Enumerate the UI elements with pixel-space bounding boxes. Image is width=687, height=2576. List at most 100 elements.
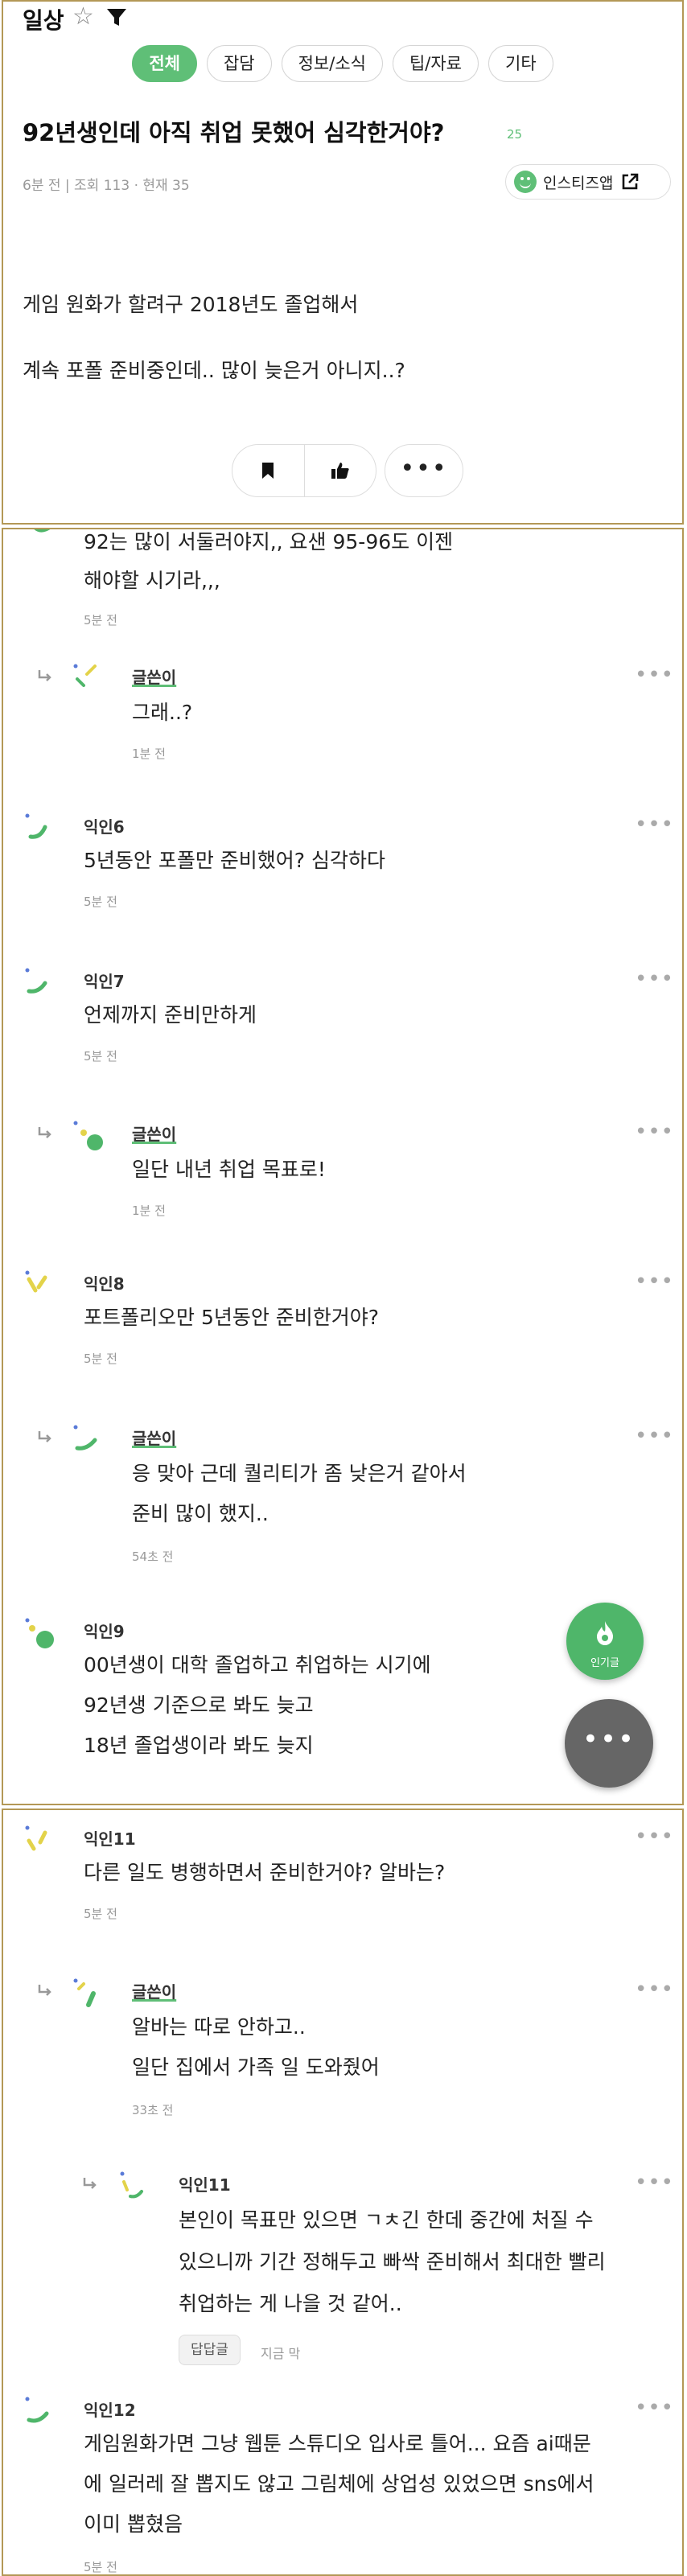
comment-reply: 글쓴이 ••• 그래..? 1분 전: [3, 661, 682, 766]
app-link-label: 인스티즈앱: [543, 174, 614, 192]
comment-more-button[interactable]: •••: [635, 813, 674, 837]
tab-chat[interactable]: 잡담: [206, 45, 272, 82]
bookmark-button[interactable]: [232, 445, 304, 496]
comment-author[interactable]: 글쓴이: [132, 1979, 176, 2002]
comment: 익인11 ••• 다른 일도 병행하면서 준비한거야? 알바는? 5분 전: [3, 1825, 682, 1929]
comment-time: 1분 전: [132, 747, 166, 761]
comment-author[interactable]: 익인9: [84, 1619, 125, 1642]
post-more-button[interactable]: •••: [385, 444, 463, 497]
comment-time: 5분 전: [84, 1907, 117, 1921]
comment-time: 33초 전: [132, 2103, 174, 2117]
comment-reply: 글쓴이 ••• 일단 내년 취업 목표로! 1분 전: [3, 1118, 682, 1223]
comment-more-button[interactable]: •••: [635, 1424, 674, 1448]
comment-text: 언제까지 준비만하게: [84, 1003, 257, 1027]
avatar: [73, 664, 97, 687]
comment-text: 이미 뽑혔음: [84, 2512, 183, 2536]
post-actions: [232, 444, 376, 497]
comment-more-button[interactable]: •••: [635, 1825, 674, 1849]
comment-text: 취업하는 게 나을 것 같어..: [179, 2292, 402, 2315]
comment-author[interactable]: 익인6: [84, 814, 125, 837]
avatar: [25, 2397, 49, 2423]
comment-text: 00년생이 대학 졸업하고 취업하는 시기에: [84, 1653, 431, 1677]
comment-author[interactable]: 익인11: [84, 1826, 136, 1850]
comment-author[interactable]: 익인8: [84, 1271, 125, 1294]
tab-all[interactable]: 전체: [132, 45, 197, 82]
comment-time: 5분 전: [84, 2560, 117, 2574]
comment-author[interactable]: 익인12: [84, 2397, 136, 2421]
comment-text: 준비 많이 했지..: [132, 1502, 269, 1525]
comment-text: 에 일러레 잘 뽑지도 않고 그림체에 상업성 있었으면 sns에서: [84, 2472, 594, 2496]
avatar: [25, 968, 47, 994]
comment: 익인6 ••• 5년동안 포폴만 준비했어? 심각하다 5분 전: [3, 813, 682, 917]
comment-text: 알바는 따로 안하고..: [132, 2015, 306, 2039]
comment-more-button[interactable]: •••: [635, 663, 674, 687]
app-link-button[interactable]: 인스티즈앱: [505, 164, 671, 200]
reply-arrow-icon: [83, 2178, 97, 2189]
comment-time: 지금 막: [261, 2346, 301, 2361]
popular-label: 인기글: [590, 1657, 619, 1669]
comment-text: 해야할 시기라,,,: [84, 569, 220, 592]
post-title: 92년생인데 아직 취업 못했어 심각한거야?: [23, 119, 445, 146]
comment-author[interactable]: 익인11: [179, 2172, 231, 2195]
avatar: [73, 1425, 97, 1451]
board-title[interactable]: 일상: [23, 3, 64, 35]
smile-logo-icon: [514, 171, 537, 193]
comment-text: 5년동안 포폴만 준비했어? 심각하다: [84, 849, 386, 872]
comment-more-button[interactable]: •••: [635, 2396, 674, 2420]
comment-time: 5분 전: [84, 1352, 117, 1366]
comment: 익인7 ••• 언제까지 준비만하게 5분 전: [3, 967, 682, 1072]
post-body: 게임 원화가 할려구 2018년도 졸업해서 계속 포폴 준비중인데.. 많이 …: [23, 272, 405, 404]
reply-arrow-icon: [38, 1127, 51, 1138]
avatar: [34, 529, 51, 533]
flame-icon: [597, 1621, 613, 1645]
filter-icon[interactable]: [106, 8, 127, 27]
comment-author[interactable]: 글쓴이: [132, 665, 176, 688]
comment-time: 1분 전: [132, 1204, 166, 1218]
comment-more-button[interactable]: •••: [635, 967, 674, 991]
reply-arrow-icon: [38, 670, 51, 681]
reply-to-reply-button[interactable]: 답답글: [179, 2335, 241, 2365]
avatar: [120, 2171, 143, 2199]
comment-text: 응 맞아 근데 퀄리티가 좀 낮은거 같아서: [132, 1462, 467, 1485]
reply-arrow-icon: [38, 1985, 51, 1996]
comment-text: 일단 내년 취업 목표로!: [132, 1158, 326, 1181]
floating-more-button[interactable]: •••: [565, 1699, 653, 1788]
popular-posts-button[interactable]: 인기글: [566, 1603, 644, 1680]
comment: 익인12 ••• 게임원화가면 그냥 웹툰 스튜디오 입사로 틀어... 요즘 …: [3, 2394, 682, 2574]
comment-time: 5분 전: [84, 1049, 117, 1064]
external-link-icon: [623, 173, 639, 190]
comment: 92는 많이 서둘러야지,, 요샌 95-96도 이젠 해야할 시기라,,, 5…: [3, 529, 682, 628]
comment-author[interactable]: 익인7: [84, 969, 125, 992]
thumbs-up-icon: [331, 463, 349, 479]
post-body-line: 계속 포폴 준비중인데.. 많이 늦은거 아니지..?: [23, 359, 405, 382]
comments-panel-2: 익인11 ••• 다른 일도 병행하면서 준비한거야? 알바는? 5분 전 글쓴…: [2, 1809, 684, 2576]
comments-panel-1: 92는 많이 서둘러야지,, 요샌 95-96도 이젠 해야할 시기라,,, 5…: [2, 528, 684, 1805]
comment-author[interactable]: 글쓴이: [132, 1121, 176, 1145]
tab-tips[interactable]: 팁/자료: [392, 45, 479, 82]
tab-etc[interactable]: 기타: [488, 45, 553, 82]
post-body-line: 게임 원화가 할려구 2018년도 졸업해서: [23, 293, 359, 316]
comment-more-button[interactable]: •••: [635, 2171, 674, 2195]
comment-text: 92는 많이 서둘러야지,, 요샌 95-96도 이젠: [84, 530, 454, 553]
category-tabs: 전체 잡담 정보/소식 팁/자료 기타: [3, 45, 682, 82]
like-button[interactable]: [303, 445, 376, 496]
star-outline-icon[interactable]: ☆: [72, 5, 94, 29]
comment-more-button[interactable]: •••: [635, 1977, 674, 2002]
avatar: [25, 1825, 47, 1851]
comment-text: 그래..?: [132, 701, 193, 724]
avatar: [73, 1978, 96, 2007]
comment: 익인8 ••• 포트폴리오만 5년동안 준비한거야? 5분 전: [3, 1269, 682, 1374]
avatar: [25, 813, 47, 839]
tab-info-news[interactable]: 정보/소식: [281, 45, 383, 82]
comment-text: 일단 집에서 가족 일 도와줬어: [132, 2055, 380, 2079]
comment-text: 18년 졸업생이라 봐도 늦지: [84, 1734, 314, 1757]
bookmark-icon: [262, 463, 274, 479]
comment-text: 포트폴리오만 5년동안 준비한거야?: [84, 1306, 380, 1329]
comment-text: 다른 일도 병행하면서 준비한거야? 알바는?: [84, 1861, 446, 1884]
comment-more-button[interactable]: •••: [635, 1269, 674, 1294]
comment-time: 54초 전: [132, 1549, 174, 1564]
comment-more-button[interactable]: •••: [635, 1120, 674, 1144]
post-meta: 6분 전 | 조회 113 · 현재 35: [23, 178, 190, 194]
comment-author[interactable]: 글쓴이: [132, 1426, 176, 1449]
avatar: [25, 1618, 54, 1648]
